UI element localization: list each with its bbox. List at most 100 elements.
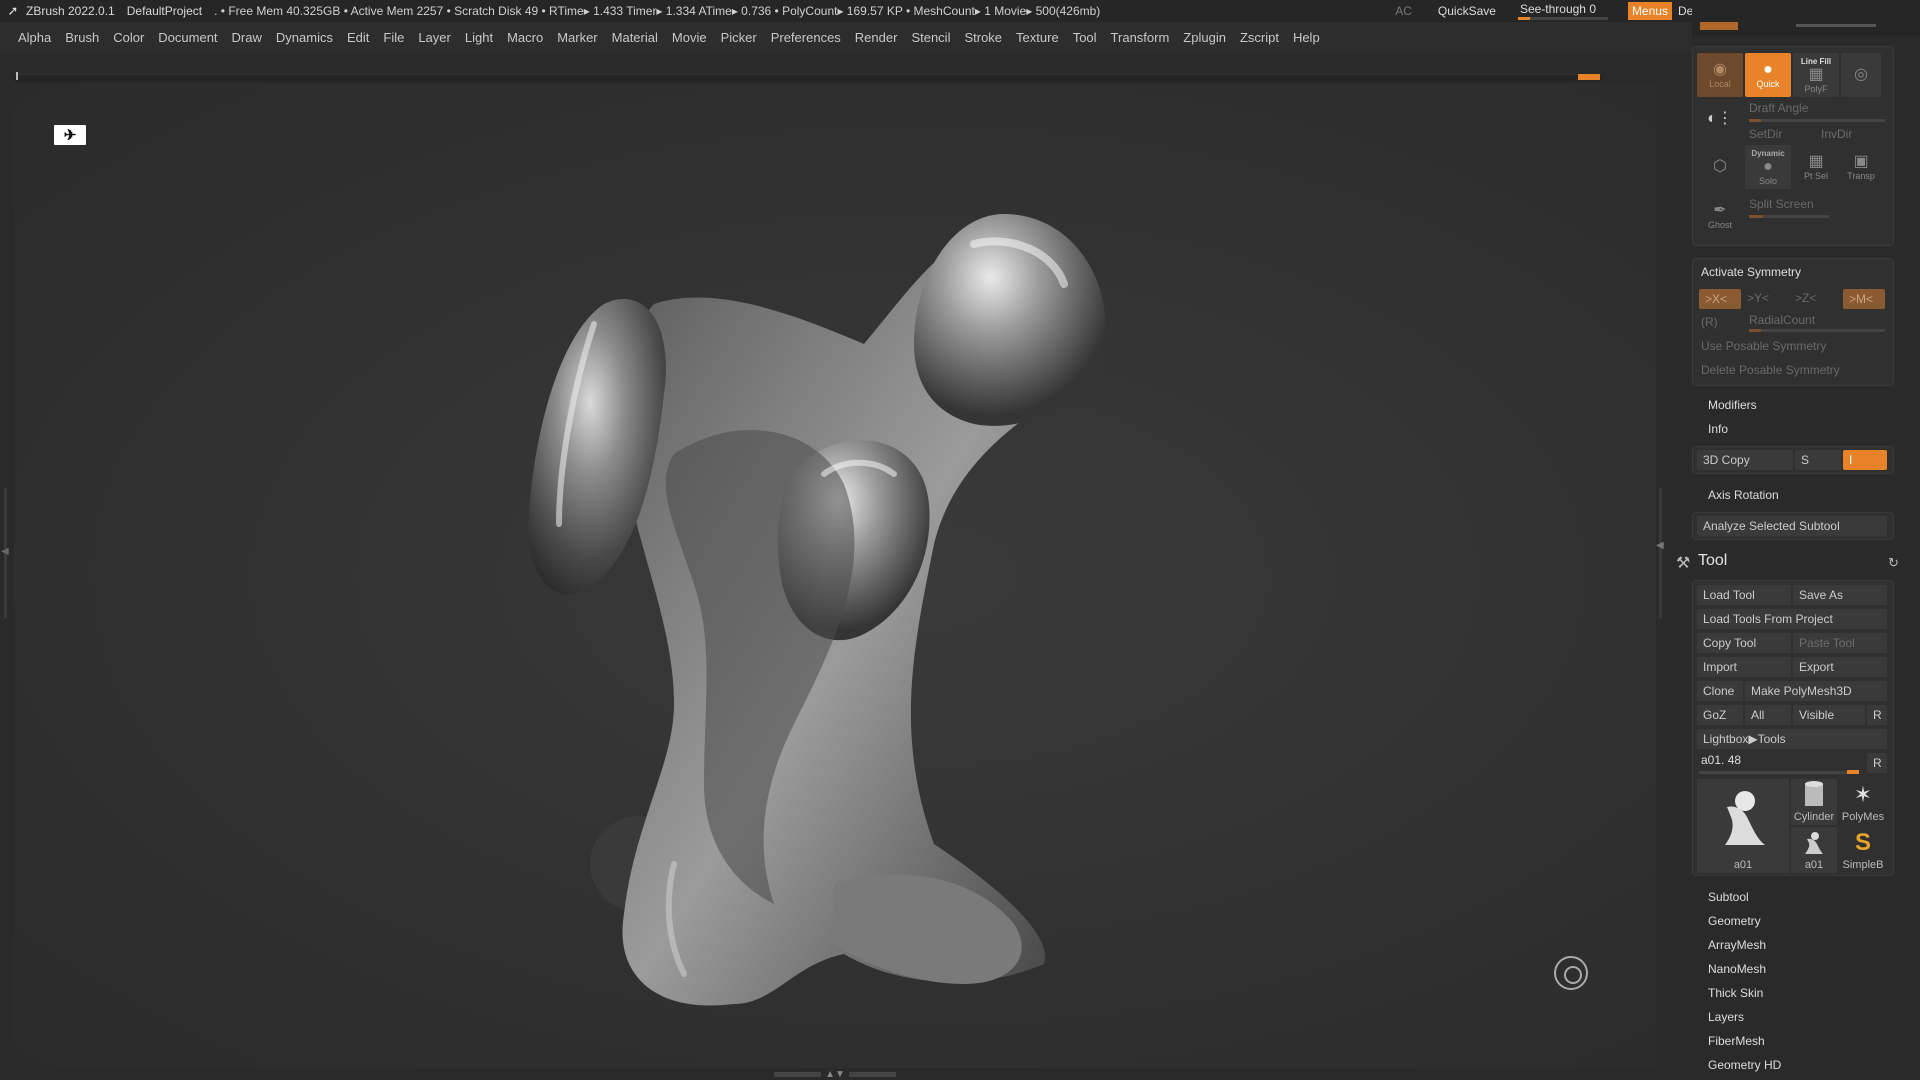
menu-brush[interactable]: Brush: [65, 30, 99, 45]
local-button[interactable]: ◉ Local: [1697, 53, 1743, 97]
timeline-keyframe[interactable]: [1578, 74, 1600, 80]
menu-stroke[interactable]: Stroke: [964, 30, 1002, 45]
ghost-button[interactable]: ✒ Ghost: [1697, 195, 1743, 237]
tool-thumb-polymesh[interactable]: ✶ PolyMes: [1839, 779, 1887, 825]
draft-angle-slider[interactable]: [1749, 119, 1885, 122]
navigation-gizmo-icon[interactable]: [1554, 956, 1588, 990]
load-tools-from-project-button[interactable]: Load Tools From Project: [1697, 609, 1887, 629]
tool-palette-title[interactable]: Tool: [1698, 552, 1727, 570]
symmetry-x-button[interactable]: >X<: [1699, 289, 1741, 309]
menu-transform[interactable]: Transform: [1111, 30, 1170, 45]
solo-button[interactable]: Dynamic ● Solo: [1745, 145, 1791, 189]
menu-light[interactable]: Light: [465, 30, 493, 45]
menu-layer[interactable]: Layer: [418, 30, 451, 45]
arraymesh-section[interactable]: ArrayMesh: [1708, 938, 1766, 952]
copy3d-s-button[interactable]: S: [1795, 450, 1841, 470]
menu-tool[interactable]: Tool: [1073, 30, 1097, 45]
sculpt-mesh[interactable]: [14, 84, 1656, 1068]
thick-skin-section[interactable]: Thick Skin: [1708, 986, 1763, 1000]
contrast-button[interactable]: ◐⋮: [1697, 101, 1743, 137]
modifiers-section[interactable]: Modifiers: [1708, 398, 1757, 412]
save-as-button[interactable]: Save As: [1793, 585, 1887, 605]
tool-thumb-cylinder[interactable]: Cylinder: [1791, 779, 1837, 825]
tool-palette-icon[interactable]: ⚒: [1676, 553, 1690, 573]
subtool-section[interactable]: Subtool: [1708, 890, 1749, 904]
cube-button[interactable]: ⬡: [1697, 147, 1743, 187]
make-polymesh3d-button[interactable]: Make PolyMesh3D: [1745, 681, 1887, 701]
delete-posable-symmetry-button[interactable]: Delete Posable Symmetry: [1701, 363, 1840, 377]
menu-dynamics[interactable]: Dynamics: [276, 30, 333, 45]
goz-visible-button[interactable]: Visible: [1793, 705, 1865, 725]
current-tool-r-button[interactable]: R: [1867, 753, 1887, 773]
analyze-subtool-button[interactable]: Analyze Selected Subtool: [1697, 516, 1887, 536]
copy3d-i-button[interactable]: I: [1843, 450, 1887, 470]
expand-right-icon[interactable]: ◀: [1656, 540, 1664, 551]
symmetry-m-button[interactable]: >M<: [1843, 289, 1885, 309]
see-through-slider[interactable]: See-through 0: [1516, 0, 1612, 22]
geometry-section[interactable]: Geometry: [1708, 914, 1761, 928]
menu-movie[interactable]: Movie: [672, 30, 707, 45]
ac-button[interactable]: AC: [1395, 4, 1412, 18]
tool-thumb-a01-small[interactable]: a01: [1791, 827, 1837, 873]
menu-picker[interactable]: Picker: [721, 30, 757, 45]
document-canvas[interactable]: ✈: [14, 84, 1656, 1068]
symmetry-z-button[interactable]: >Z<: [1795, 291, 1816, 305]
axis-rotation-section[interactable]: Axis Rotation: [1708, 488, 1779, 502]
menu-file[interactable]: File: [383, 30, 404, 45]
bottom-tray-handle[interactable]: ▲▼: [770, 1068, 900, 1080]
nanomesh-section[interactable]: NanoMesh: [1708, 962, 1766, 976]
perspective-camera-icon[interactable]: ✈: [54, 125, 86, 145]
menu-preferences[interactable]: Preferences: [771, 30, 841, 45]
menu-macro[interactable]: Macro: [507, 30, 543, 45]
menu-zplugin[interactable]: Zplugin: [1183, 30, 1226, 45]
menus-toggle[interactable]: Menus: [1627, 2, 1672, 20]
paste-tool-button[interactable]: Paste Tool: [1793, 633, 1887, 653]
menu-material[interactable]: Material: [612, 30, 658, 45]
quicksave-button[interactable]: QuickSave: [1438, 4, 1496, 18]
menu-zscript[interactable]: Zscript: [1240, 30, 1279, 45]
tool-slider[interactable]: [1699, 771, 1859, 774]
expand-bottom-icon[interactable]: ▲▼: [825, 1069, 845, 1080]
export-button[interactable]: Export: [1793, 657, 1887, 677]
left-tray-handle[interactable]: ◀: [0, 488, 10, 618]
quick-button[interactable]: ● Quick: [1745, 53, 1791, 97]
layers-section[interactable]: Layers: [1708, 1010, 1744, 1024]
import-button[interactable]: Import: [1697, 657, 1791, 677]
use-posable-symmetry-button[interactable]: Use Posable Symmetry: [1701, 339, 1826, 353]
clone-button[interactable]: Clone: [1697, 681, 1743, 701]
menu-marker[interactable]: Marker: [557, 30, 597, 45]
menu-texture[interactable]: Texture: [1016, 30, 1059, 45]
menu-document[interactable]: Document: [158, 30, 217, 45]
geometry-hd-section[interactable]: Geometry HD: [1708, 1058, 1781, 1072]
tool-thumb-simpleb[interactable]: S SimpleB: [1839, 827, 1887, 873]
goz-r-button[interactable]: R: [1867, 705, 1887, 725]
expand-left-icon[interactable]: ◀: [1, 546, 9, 557]
transp-button[interactable]: ▣ Transp: [1841, 145, 1881, 189]
menu-alpha[interactable]: Alpha: [18, 30, 51, 45]
copy3d-button[interactable]: 3D Copy: [1697, 450, 1793, 470]
timeline-cursor[interactable]: [16, 72, 18, 80]
setdir-button[interactable]: SetDir: [1749, 127, 1782, 141]
menu-edit[interactable]: Edit: [347, 30, 369, 45]
load-tool-button[interactable]: Load Tool: [1697, 585, 1791, 605]
activate-symmetry-button[interactable]: Activate Symmetry: [1701, 265, 1801, 279]
copy-tool-button[interactable]: Copy Tool: [1697, 633, 1791, 653]
right-tray-handle[interactable]: ◀: [1656, 488, 1666, 618]
lightbox-tools-button[interactable]: Lightbox▶Tools: [1697, 729, 1887, 749]
timeline[interactable]: [14, 72, 1602, 82]
symmetry-y-button[interactable]: >Y<: [1747, 291, 1769, 305]
radial-r-button[interactable]: (R): [1701, 315, 1718, 329]
tool-thumb-a01-large[interactable]: a01: [1697, 779, 1789, 873]
menu-draw[interactable]: Draw: [232, 30, 262, 45]
goz-button[interactable]: GoZ: [1697, 705, 1743, 725]
goz-all-button[interactable]: All: [1745, 705, 1791, 725]
sphere-button[interactable]: ◎: [1841, 53, 1881, 97]
fibermesh-section[interactable]: FiberMesh: [1708, 1034, 1765, 1048]
refresh-icon[interactable]: ↻: [1888, 555, 1899, 571]
radial-count-slider[interactable]: [1749, 329, 1885, 332]
polyf-button[interactable]: Line Fill ▦ PolyF: [1793, 53, 1839, 97]
menu-stencil[interactable]: Stencil: [911, 30, 950, 45]
invdir-button[interactable]: InvDir: [1821, 127, 1852, 141]
menu-help[interactable]: Help: [1293, 30, 1320, 45]
menu-color[interactable]: Color: [113, 30, 144, 45]
